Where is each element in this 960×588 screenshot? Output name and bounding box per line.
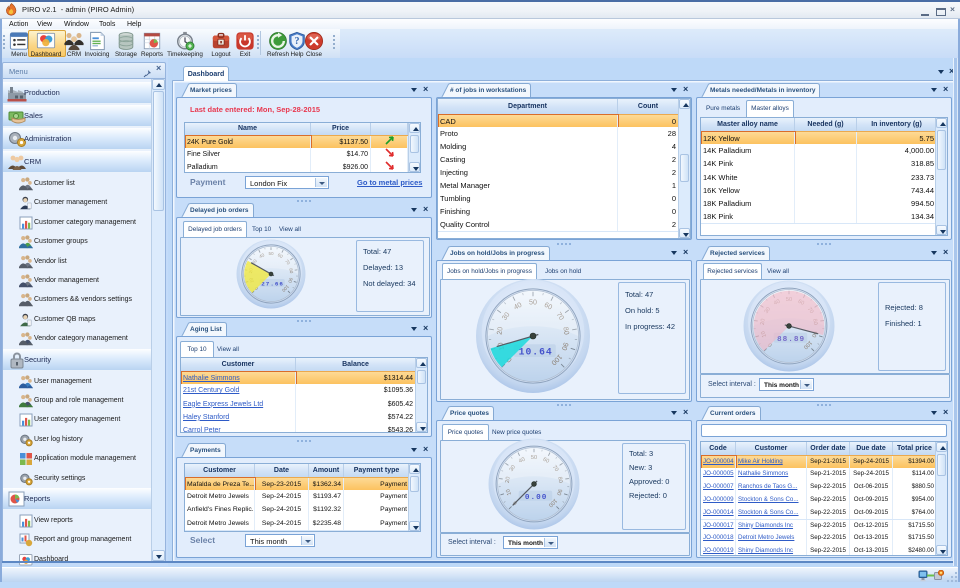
svg-text:?: ? bbox=[295, 36, 300, 47]
